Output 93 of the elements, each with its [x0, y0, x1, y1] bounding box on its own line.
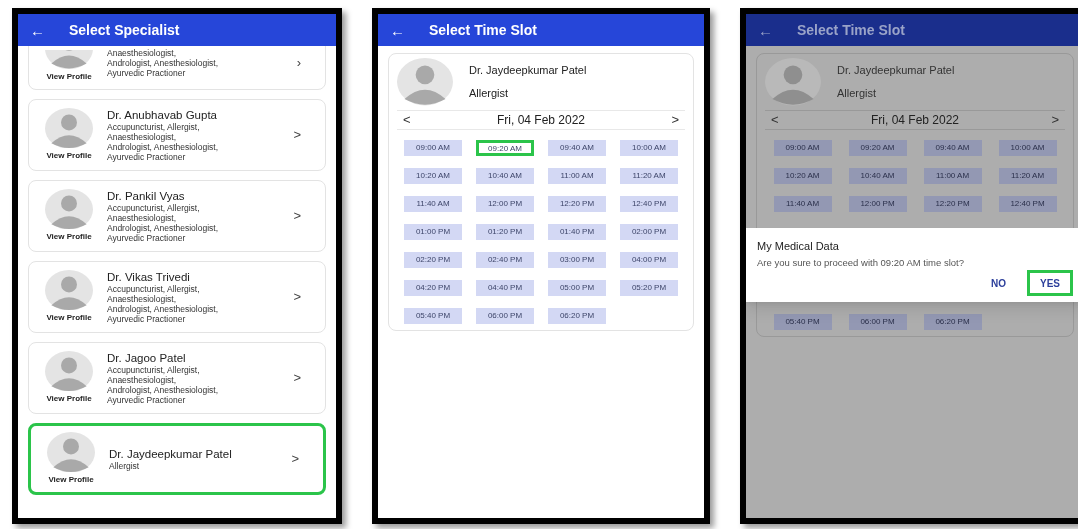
time-slot-button[interactable]: 01:20 PM: [476, 223, 534, 240]
specialties-text: Allergist: [109, 460, 141, 471]
previous-date-button[interactable]: <: [771, 109, 779, 130]
chevron-icon[interactable]: >: [293, 287, 317, 307]
view-profile-link[interactable]: View Profile: [46, 231, 92, 244]
doctor-name: Dr. Vikas Trivedi: [107, 270, 191, 284]
chevron-icon[interactable]: ›: [296, 53, 317, 73]
doctor-card[interactable]: View Profile Dr. Vikas Trivedi Accupuncturist, Allergist, Anaesthesiologist, Andrologist, Anesthesiologist, Ayurvedic Practioner >: [28, 261, 326, 333]
avatar-icon: [765, 58, 821, 106]
chevron-icon[interactable]: >: [293, 368, 317, 388]
dialog-title: My Medical Data: [757, 238, 840, 254]
time-slot-button[interactable]: 02:00 PM: [620, 223, 678, 240]
doctor-card[interactable]: View Profile Anaesthesiologist, Andrologist, Anesthesiologist, Ayurvedic Practioner ›: [28, 46, 326, 90]
time-slot-button[interactable]: 02:20 PM: [404, 251, 462, 268]
back-button[interactable]: ←: [30, 22, 45, 38]
time-slot-button[interactable]: 12:40 PM: [998, 195, 1057, 212]
time-slot-button[interactable]: 11:40 AM: [773, 195, 832, 212]
time-slot-button[interactable]: 10:00 AM: [620, 139, 678, 156]
view-profile-link[interactable]: View Profile: [48, 474, 94, 487]
doctor-name: Dr. Jaydeepkumar Patel: [469, 63, 587, 79]
time-slot-button[interactable]: 09:00 AM: [404, 139, 462, 156]
time-slot-button[interactable]: 03:00 PM: [548, 251, 606, 268]
screen-title: Select Time Slot: [429, 20, 537, 40]
previous-date-button[interactable]: <: [403, 109, 411, 130]
time-slot-button[interactable]: 04:00 PM: [620, 251, 678, 268]
doctor-card[interactable]: View Profile Dr. Jagoo Patel Accupuncturist, Allergist, Anaesthesiologist, Andrologist, Anesthesiologist, Ayurvedic Practioner >: [28, 342, 326, 414]
time-slot-button[interactable]: 05:00 PM: [548, 279, 606, 296]
time-slot-button[interactable]: 09:20 AM: [476, 139, 534, 156]
time-slot-button[interactable]: 10:40 AM: [848, 167, 907, 184]
time-slot-button[interactable]: 09:40 AM: [923, 139, 982, 156]
time-slot-button[interactable]: 10:20 AM: [404, 167, 462, 184]
view-profile-link[interactable]: View Profile: [46, 312, 92, 325]
chevron-icon[interactable]: >: [293, 206, 317, 226]
doctor-card[interactable]: View Profile Dr. Anubhavab Gupta Accupuncturist, Allergist, Anaesthesiologist, Andrologist, Anesthesiologist, Ayurvedic Practioner >: [28, 99, 326, 171]
back-button[interactable]: ←: [758, 22, 773, 38]
time-slot-button[interactable]: 01:00 PM: [404, 223, 462, 240]
doctor-card[interactable]: View Profile Dr. Jaydeepkumar Patel Allergist >: [28, 423, 326, 495]
time-slot-button[interactable]: 06:00 PM: [476, 307, 534, 324]
doctor-name: Dr. Pankil Vyas: [107, 189, 186, 203]
dialog-message: Are you sure to proceed with 09:20 AM time slot?: [757, 257, 965, 269]
chevron-icon[interactable]: >: [293, 125, 317, 145]
specialties-text: Accupuncturist, Allergist, Anaesthesiologist, Andrologist, Anesthesiologist, Ayurvedic Practioner: [107, 364, 220, 405]
chevron-icon[interactable]: >: [291, 449, 315, 469]
time-slot-button[interactable]: 04:40 PM: [476, 279, 534, 296]
time-slot-button[interactable]: 04:20 PM: [404, 279, 462, 296]
time-slot-button[interactable]: 12:00 PM: [476, 195, 534, 212]
time-slot-button[interactable]: 11:20 AM: [620, 167, 678, 184]
time-slot-button[interactable]: 11:40 AM: [404, 195, 462, 212]
back-button[interactable]: ←: [390, 22, 405, 38]
time-slot-button[interactable]: 02:40 PM: [476, 251, 534, 268]
screen-title: Select Time Slot: [797, 20, 905, 40]
time-slot-button[interactable]: 05:20 PM: [620, 279, 678, 296]
time-slot-button[interactable]: 11:00 AM: [548, 167, 606, 184]
specialties-text: Accupuncturist, Allergist, Anaesthesiologist, Andrologist, Anesthesiologist, Ayurvedic Practioner: [107, 283, 220, 324]
time-slot-button[interactable]: 06:00 PM: [848, 314, 907, 331]
view-profile-link[interactable]: View Profile: [46, 150, 92, 163]
time-slot-button[interactable]: 09:40 AM: [548, 139, 606, 156]
next-date-button[interactable]: >: [1051, 109, 1059, 130]
view-profile-link[interactable]: View Profile: [46, 393, 92, 406]
dialog-button[interactable]: NO: [978, 270, 1019, 297]
time-slot-button[interactable]: 06:20 PM: [548, 307, 606, 324]
doctor-name: Dr. Jagoo Patel: [107, 351, 187, 365]
specialties-text: Anaesthesiologist, Andrologist, Anesthesiologist, Ayurvedic Practioner: [107, 48, 220, 78]
dialog-button[interactable]: YES: [1027, 270, 1073, 297]
time-slot-button[interactable]: 11:20 AM: [998, 167, 1057, 184]
specialties-text: Accupuncturist, Allergist, Anaesthesiologist, Andrologist, Anesthesiologist, Ayurvedic Practioner: [107, 121, 220, 162]
time-slot-button[interactable]: 05:40 PM: [404, 307, 462, 324]
time-slot-button[interactable]: 11:00 AM: [923, 167, 982, 184]
time-slot-button[interactable]: 09:20 AM: [848, 139, 907, 156]
time-slot-button[interactable]: 09:00 AM: [773, 139, 832, 156]
time-slot-button[interactable]: 05:40 PM: [773, 314, 832, 331]
time-slot-button[interactable]: 10:00 AM: [998, 139, 1057, 156]
doctor-name: Dr. Jaydeepkumar Patel: [109, 447, 233, 461]
avatar-icon: [397, 58, 453, 106]
time-slot-button[interactable]: 01:40 PM: [548, 223, 606, 240]
time-slot-button[interactable]: 12:20 PM: [923, 195, 982, 212]
date-label: Fri, 04 Feb 2022: [870, 111, 960, 129]
specialty-text: Allergist: [469, 85, 510, 101]
view-profile-link[interactable]: View Profile: [46, 71, 92, 83]
doctor-name: Dr. Anubhavab Gupta: [107, 108, 218, 122]
time-slot-button[interactable]: 10:40 AM: [476, 167, 534, 184]
time-slot-button[interactable]: 12:00 PM: [848, 195, 907, 212]
next-date-button[interactable]: >: [671, 109, 679, 130]
time-slot-button[interactable]: 12:40 PM: [620, 195, 678, 212]
time-slot-button[interactable]: 10:20 AM: [773, 167, 832, 184]
doctor-name: Dr. Jaydeepkumar Patel: [837, 63, 955, 79]
time-slot-button[interactable]: 06:20 PM: [923, 314, 982, 331]
time-slot-button[interactable]: 12:20 PM: [548, 195, 606, 212]
specialties-text: Accupuncturist, Allergist, Anaesthesiologist, Andrologist, Anesthesiologist, Ayurvedic Practioner: [107, 202, 220, 243]
screen-title: Select Specialist: [69, 20, 180, 40]
date-label: Fri, 04 Feb 2022: [496, 111, 586, 129]
doctor-card[interactable]: View Profile Dr. Pankil Vyas Accupuncturist, Allergist, Anaesthesiologist, Andrologist, Anesthesiologist, Ayurvedic Practioner >: [28, 180, 326, 252]
specialty-text: Allergist: [837, 85, 878, 101]
